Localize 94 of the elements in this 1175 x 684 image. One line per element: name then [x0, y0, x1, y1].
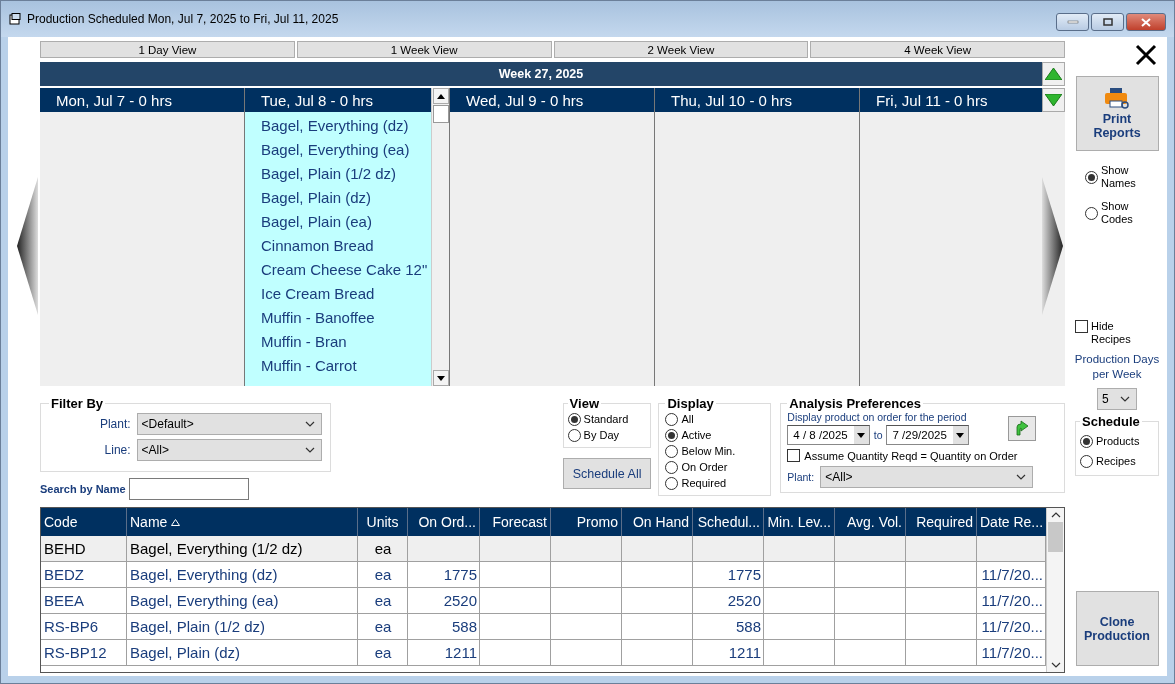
print-reports-button[interactable]: Print Reports: [1075, 76, 1159, 151]
dropdown[interactable]: 5: [1097, 388, 1137, 410]
dropdown[interactable]: <Default>: [136, 413, 322, 435]
schedule-all-button[interactable]: Schedule All: [562, 458, 652, 489]
group-title: Filter By: [50, 396, 104, 411]
day-header: Mon, Jul 7 - 0 hrs: [55, 91, 173, 109]
group-title: Analysis Preferences: [788, 396, 922, 411]
product-item[interactable]: Cinnamon Bread: [245, 234, 431, 258]
group-title: Schedule: [1081, 414, 1141, 429]
column-header[interactable]: Code: [41, 508, 127, 536]
column-header[interactable]: Forecast: [480, 508, 551, 536]
dropdown[interactable]: <All>: [136, 439, 322, 461]
view-button[interactable]: 1 Week View: [296, 41, 552, 58]
radio-label: Products: [1096, 435, 1140, 447]
day-header: Fri, Jul 11 - 0 hrs: [875, 91, 989, 109]
to-label: to: [873, 429, 883, 441]
field-label: Plant:: [99, 417, 131, 431]
table-cell: 1211: [693, 640, 764, 666]
product-item[interactable]: Cream Cheese Cake 12": [245, 258, 431, 282]
column-header[interactable]: On Ord...: [408, 508, 480, 536]
field-label: Plant:: [787, 471, 815, 483]
group-title: Display: [666, 396, 715, 411]
dropdown[interactable]: <All>: [820, 466, 1034, 488]
table-cell: Bagel, Everything (1/2 dz): [127, 536, 358, 562]
table-cell: 11/7/20...: [977, 588, 1046, 614]
date-field[interactable]: 7 /29/2025: [886, 425, 969, 445]
product-item[interactable]: Bagel, Everything (ea): [245, 138, 431, 162]
product-item[interactable]: Bagel, Plain (ea): [245, 210, 431, 234]
window-title: Production Scheduled Mon, Jul 7, 2025 to Fri, Jul 11, 2025: [27, 12, 340, 26]
product-item[interactable]: Bagel, Plain (1/2 dz): [245, 162, 431, 186]
radio-label: Required: [681, 477, 727, 489]
table-cell: RS-BP6: [41, 614, 127, 640]
table-cell: Bagel, Plain (1/2 dz): [127, 614, 358, 640]
column-header[interactable]: Schedul...: [693, 508, 764, 536]
product-item[interactable]: Bagel, Plain (dz): [245, 186, 431, 210]
day-header: Wed, Jul 9 - 0 hrs: [465, 91, 585, 109]
product-item[interactable]: Muffin - Bran: [245, 330, 431, 354]
checkbox-label: Assume Quantity Reqd = Quantity on Order: [804, 449, 1018, 462]
product-item[interactable]: Muffin - Banoffee: [245, 306, 431, 330]
table-cell: BEEA: [41, 588, 127, 614]
day-header: Thu, Jul 10 - 0 hrs: [670, 91, 793, 109]
table-cell: BEDZ: [41, 562, 127, 588]
product-item[interactable]: Ice Cream Bread: [245, 282, 431, 306]
table-cell: 11/7/20...: [977, 640, 1046, 666]
column-header[interactable]: Promo: [551, 508, 622, 536]
view-button[interactable]: 2 Week View: [553, 41, 809, 58]
column-header[interactable]: Units: [358, 508, 408, 536]
table-cell: ea: [358, 614, 408, 640]
column-header[interactable]: Min. Lev...: [764, 508, 835, 536]
table-cell: Bagel, Everything (dz): [127, 562, 358, 588]
table-cell: BEHD: [41, 536, 127, 562]
date-field[interactable]: 4 / 8 /2025: [787, 425, 870, 445]
radio-label: Show Codes: [1101, 200, 1134, 226]
clone-production-button[interactable]: Clone Production: [1075, 591, 1159, 666]
column-header[interactable]: Name: [127, 508, 358, 536]
view-button[interactable]: 4 Week View: [810, 41, 1065, 58]
radio-label: Recipes: [1096, 455, 1136, 467]
radio-label: Standard: [583, 413, 629, 425]
radio-label: On Order: [681, 461, 728, 473]
table-cell: 1775: [693, 562, 764, 588]
column-header[interactable]: Required: [906, 508, 977, 536]
radio-label: By Day: [583, 429, 620, 441]
table-cell: Bagel, Plain (dz): [127, 640, 358, 666]
product-item[interactable]: Bagel, Everything (dz): [245, 114, 431, 138]
column-header[interactable]: Avg. Vol.: [835, 508, 906, 536]
column-header[interactable]: On Hand: [622, 508, 693, 536]
table-cell: 588: [693, 614, 764, 640]
week-title: Week 27, 2025: [40, 62, 1042, 86]
table-cell: Bagel, Everything (ea): [127, 588, 358, 614]
radio-label: Below Min.: [681, 445, 736, 457]
field-label: Search by Name: [40, 483, 126, 495]
table-cell: 11/7/20...: [977, 614, 1046, 640]
table-cell: 588: [408, 614, 480, 640]
group-title: View: [568, 396, 600, 411]
table-cell: 1211: [408, 640, 480, 666]
field-label: Line:: [104, 443, 131, 457]
product-item[interactable]: Muffin - Carrot: [245, 354, 431, 378]
radio-label: Show Names: [1101, 164, 1137, 190]
radio-label: Active: [681, 429, 712, 441]
view-button[interactable]: 1 Day View: [40, 41, 295, 58]
field-label: Production Days per Week: [1073, 352, 1161, 382]
day-header: Tue, Jul 8 - 0 hrs: [260, 91, 374, 109]
table-cell: ea: [358, 536, 408, 562]
table-cell: 2520: [693, 588, 764, 614]
table-cell: ea: [358, 640, 408, 666]
table-cell: ea: [358, 562, 408, 588]
table-cell: RS-BP12: [41, 640, 127, 666]
table-cell: 11/7/20...: [977, 562, 1046, 588]
table-cell: ea: [358, 588, 408, 614]
column-header[interactable]: Date Re...: [977, 508, 1046, 536]
period-label: Display product on order for the period: [787, 411, 967, 423]
table-cell: 2520: [408, 588, 480, 614]
radio-label: All: [681, 413, 694, 425]
table-cell: 1775: [408, 562, 480, 588]
